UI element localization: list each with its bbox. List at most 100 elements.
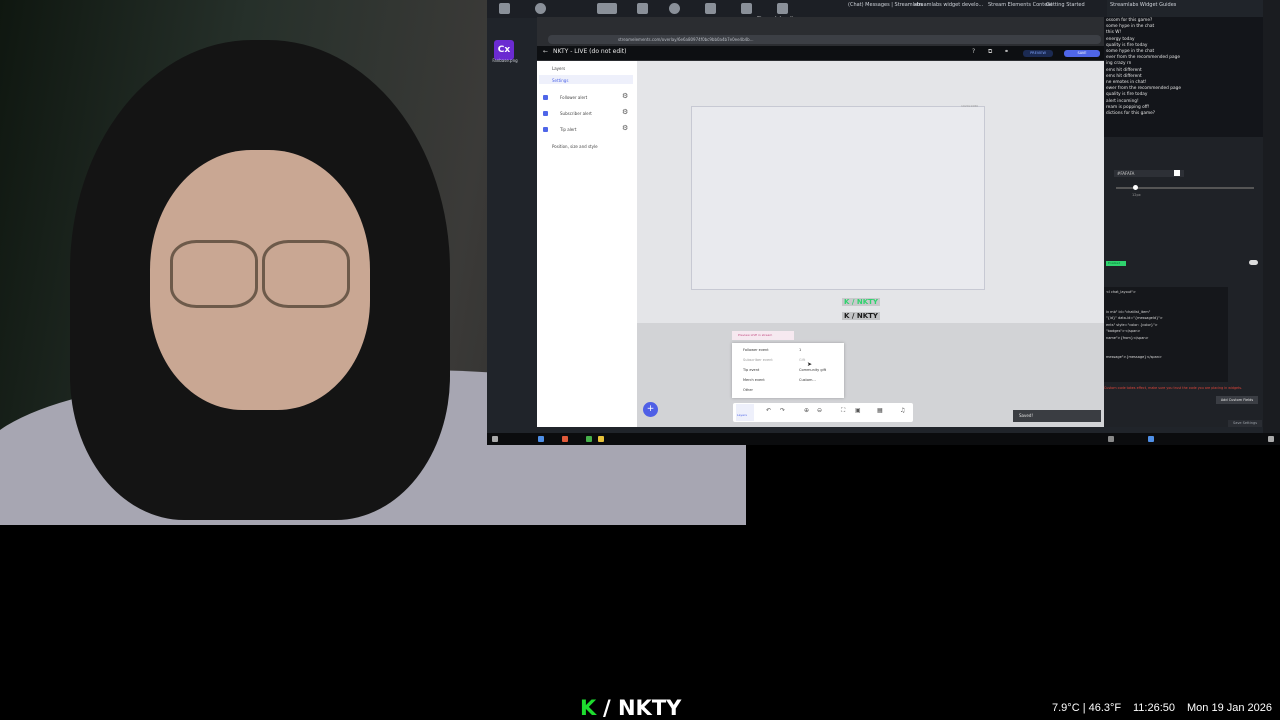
checkbox[interactable] (543, 127, 548, 132)
chat-message: dictions for this game? (1106, 111, 1156, 116)
chat-message: ossom for this game? (1106, 18, 1153, 23)
submenu-item[interactable]: Gift (799, 358, 805, 362)
file-icon[interactable] (637, 3, 648, 14)
save-settings-button[interactable]: Save Settings (1228, 420, 1262, 427)
right-scrollbar[interactable] (1263, 0, 1280, 445)
preview-live-header[interactable]: Preview LIVE in stream (732, 331, 794, 340)
glasses-right (262, 240, 350, 308)
chat-message: quality is fire today (1106, 42, 1148, 48)
address-bar[interactable]: streamelements.com/overlay/6e6a80974f0bc… (548, 35, 1101, 44)
help-icon[interactable]: ? (972, 48, 975, 55)
app-icon[interactable] (597, 3, 617, 14)
chat-message: alert incoming! (1106, 98, 1139, 104)
app-icon[interactable] (705, 3, 716, 14)
gear-icon[interactable]: ⚙ (622, 108, 628, 116)
taskbar-app-icon[interactable] (586, 436, 592, 442)
submenu-item[interactable]: Custom... (799, 378, 816, 382)
sidebar-item-subscriber[interactable]: Subscriber alert (560, 111, 592, 116)
browser-tab[interactable]: streamlabs widget develo... (914, 0, 983, 10)
slider-handle[interactable] (1133, 185, 1138, 190)
menu-item-other[interactable]: Other (743, 388, 753, 392)
checkbox[interactable] (543, 95, 548, 100)
sidebar-layers[interactable]: Layers (552, 66, 565, 71)
code-line: <l chat_layout"> (1106, 290, 1136, 294)
file-icon[interactable] (777, 3, 788, 14)
file-icon[interactable] (499, 3, 510, 14)
color-swatch[interactable] (1174, 170, 1180, 176)
menu-item-subscriber[interactable]: Subscriber event (743, 358, 773, 362)
browser-tab[interactable]: Getting Started (1046, 0, 1085, 10)
enabled-badge: Enabled (1106, 261, 1126, 266)
chat-message: ems hit different (1106, 73, 1142, 79)
zoom-in-icon[interactable]: ⊕ (804, 407, 809, 414)
layers-toggle-label: Layers (737, 413, 747, 417)
code-line: "{id}" data-id="{messageId}"> (1106, 316, 1163, 320)
share-icon[interactable]: ⧉ (988, 48, 992, 56)
taskbar-app-icon[interactable] (538, 436, 544, 442)
chat-message: ever from the recommended page (1106, 55, 1180, 61)
browser-tab[interactable]: (Chat) Messages | Streamlabs (848, 0, 923, 10)
app-icon[interactable] (535, 3, 546, 14)
code-line: iv mb" id="chatlist_item" (1106, 309, 1151, 314)
desktop-app-icon[interactable]: Cx (494, 40, 514, 60)
add-custom-fields-button[interactable]: Add Custom Fields (1216, 396, 1258, 404)
overlay-title: NKTY - LIVE (do not edit) (553, 48, 627, 55)
tray-icon[interactable] (1108, 436, 1114, 442)
star-icon[interactable] (669, 3, 680, 14)
temperature-readout: 7.9°C | 46.3°F (1052, 702, 1122, 714)
redo-icon[interactable]: ↷ (780, 407, 785, 414)
checkbox[interactable] (543, 111, 548, 116)
browser-tab[interactable]: Streamlabs Widget Guides (1110, 0, 1176, 10)
fullscreen-icon[interactable]: ▣ (855, 407, 861, 414)
overlay-frame[interactable] (691, 106, 985, 290)
code-line: name">{from}</span> (1106, 335, 1149, 340)
frame-size-label: 1920x1080 (961, 104, 979, 108)
taskbar-app-icon[interactable] (562, 436, 568, 442)
glasses-left (170, 240, 258, 308)
nkty-logo-ghost[interactable]: K / NKTY (842, 298, 880, 306)
saved-toast: Saved! (1013, 410, 1101, 422)
code-line: message">{message}</span> (1106, 355, 1162, 359)
sidebar-item-follower[interactable]: Follower alert (560, 95, 587, 100)
submenu-item[interactable]: 1 (799, 348, 801, 352)
volume-icon[interactable]: ♫ (900, 407, 905, 414)
nkty-logo[interactable]: K / NKTY (842, 312, 880, 320)
zoom-out-icon[interactable]: ⊖ (817, 407, 822, 414)
gear-icon[interactable]: ⚙ (622, 124, 628, 132)
app-icon[interactable] (741, 3, 752, 14)
chat-message: some hype in the chat (1106, 49, 1155, 54)
chat-message: ream is popping off! (1106, 104, 1150, 110)
sidebar-settings[interactable]: Settings (552, 78, 568, 83)
chat-message: quality is fire today (1106, 92, 1148, 98)
toggle-switch[interactable] (1249, 260, 1258, 265)
preview-button[interactable]: PREVIEW (1023, 50, 1053, 57)
chat-message: ing crazy rn (1106, 61, 1132, 67)
sidebar-item-tip[interactable]: Tip alert (560, 127, 576, 132)
fit-icon[interactable]: ⛶ (841, 407, 845, 415)
chat-message: this W! (1106, 30, 1122, 36)
canvas-toolbar (733, 403, 913, 422)
add-widget-button[interactable]: + (643, 402, 658, 417)
chat-message: ne emotes in chat! (1106, 80, 1147, 85)
code-line: "badges"></span> (1106, 329, 1141, 333)
start-icon[interactable] (492, 436, 498, 442)
sidebar-position[interactable]: Position, size and style (552, 144, 598, 149)
chat-message: ems hit different (1106, 67, 1142, 73)
link-icon[interactable]: ⚭ (1004, 48, 1009, 55)
browser-tab[interactable]: Stream Elements Content (988, 0, 1052, 10)
date: Mon 19 Jan 2026 (1187, 702, 1273, 714)
chat-message: ewer from the recommended page (1106, 86, 1181, 92)
menu-item-merch[interactable]: Merch event (743, 378, 765, 382)
code-editor[interactable] (1104, 287, 1228, 382)
taskbar-app-icon[interactable] (598, 436, 604, 442)
save-button[interactable]: SAVE (1064, 50, 1100, 57)
menu-item-tip[interactable]: Tip event (743, 368, 759, 372)
undo-icon[interactable]: ↶ (766, 407, 771, 414)
tray-icon[interactable] (1268, 436, 1274, 442)
menu-item-follower[interactable]: Follower event (743, 348, 769, 352)
submenu-item[interactable]: Community gift (799, 368, 826, 372)
back-arrow-icon[interactable]: ← (543, 48, 548, 55)
tray-icon[interactable] (1148, 436, 1154, 442)
gear-icon[interactable]: ⚙ (622, 92, 628, 100)
grid-icon[interactable]: ▦ (877, 407, 883, 414)
